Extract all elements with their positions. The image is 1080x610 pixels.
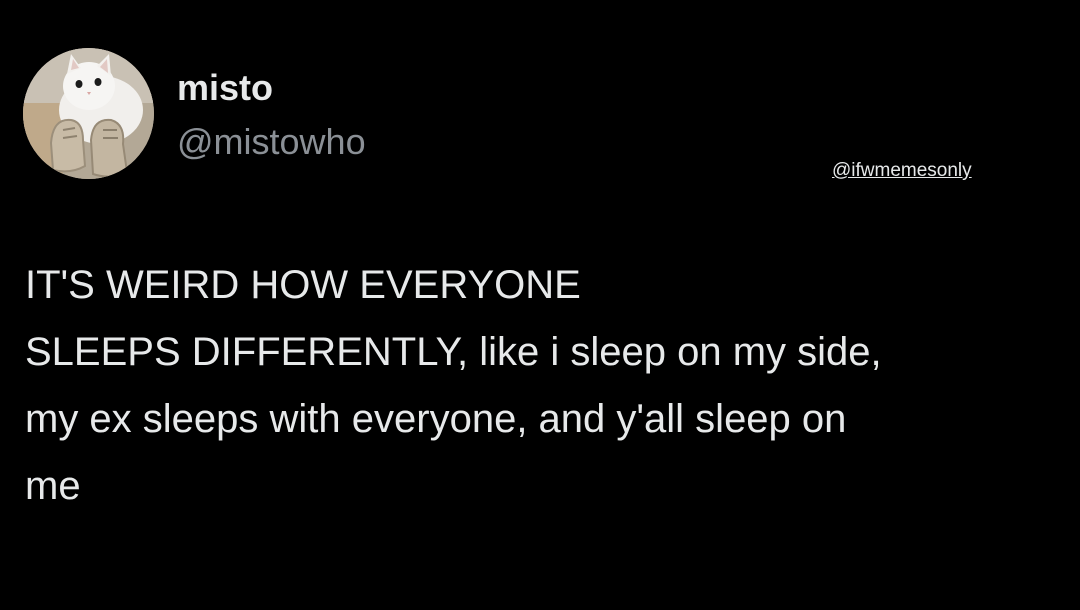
tweet-text-line: SLEEPS DIFFERENTLY, like i sleep on my s…: [25, 330, 882, 374]
tweet-text-line: IT'S WEIRD HOW EVERYONE: [25, 263, 581, 307]
tweet-card: misto @mistowho @ifwmemesonly IT'S WEIRD…: [0, 0, 1080, 610]
tweet-text-line: me: [25, 464, 81, 508]
tweet-text-line: my ex sleeps with everyone, and y'all sl…: [25, 397, 847, 441]
cat-avatar-icon: [23, 48, 154, 179]
author-display-name[interactable]: misto: [177, 66, 273, 110]
avatar[interactable]: [23, 48, 154, 179]
watermark-handle: @ifwmemesonly: [832, 160, 972, 181]
tweet-text: IT'S WEIRD HOW EVERYONE SLEEPS DIFFERENT…: [25, 252, 1060, 520]
author-handle[interactable]: @mistowho: [177, 120, 366, 164]
